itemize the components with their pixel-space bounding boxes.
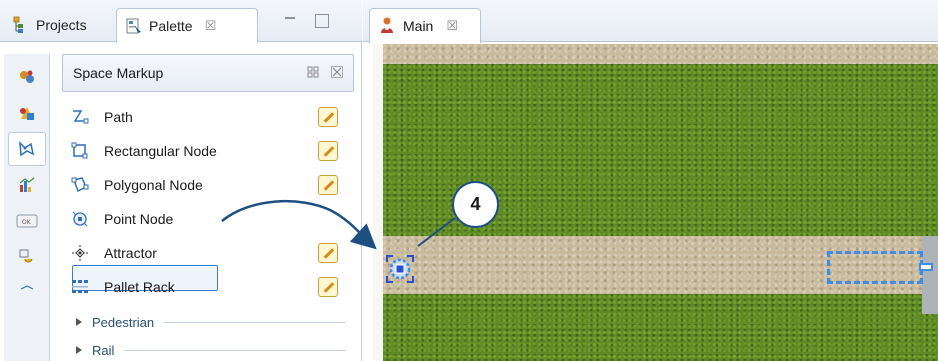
agent-icon[interactable] <box>8 60 46 94</box>
polygonal-node-icon <box>70 175 90 195</box>
pencil-icon[interactable] <box>318 107 338 127</box>
group-divider <box>124 349 346 351</box>
palette-item-polygonal-node[interactable]: Polygonal Node <box>70 170 360 200</box>
expand-arrow-icon <box>76 346 82 354</box>
palette-item-label: Point Node <box>104 211 174 227</box>
point-node-icon <box>70 209 90 229</box>
pencil-icon[interactable] <box>318 175 338 195</box>
left-view-panel: Projects Palette ☒ OK Space Markup Path … <box>0 0 362 361</box>
palette-category-strip: OK <box>4 54 50 361</box>
palette-item-label: Polygonal Node <box>104 177 203 193</box>
rectangular-node-shape[interactable] <box>827 251 923 284</box>
palette-item-rectangular-node[interactable]: Rectangular Node <box>70 136 360 166</box>
pencil-icon[interactable] <box>318 243 338 263</box>
editor-tab-bar: Main ☒ <box>363 0 938 43</box>
step-callout-badge: 4 <box>452 181 499 228</box>
palette-item-pallet-rack[interactable]: Pallet Rack <box>70 272 360 302</box>
palette-icon <box>125 17 143 35</box>
minimize-icon[interactable] <box>283 14 297 28</box>
rectangular-node-icon <box>70 141 90 161</box>
palette-item-label: Pallet Rack <box>104 279 175 295</box>
section-close-icon[interactable] <box>331 66 343 81</box>
grass-area-bottom <box>383 294 938 361</box>
attractor-icon <box>70 243 90 263</box>
pencil-icon[interactable] <box>318 277 338 297</box>
tab-main[interactable]: Main ☒ <box>369 8 481 43</box>
palette-item-attractor[interactable]: Attractor <box>70 238 360 268</box>
palette-item-label: Path <box>104 109 133 125</box>
palette-group-label: Pedestrian <box>92 314 155 330</box>
pallet-rack-icon <box>70 277 90 297</box>
path-icon <box>70 107 90 127</box>
wall-strip <box>922 236 938 314</box>
resize-handle[interactable] <box>919 263 933 271</box>
group-divider <box>164 321 346 323</box>
tab-palette-label: Palette <box>149 18 193 34</box>
palette-section-header[interactable]: Space Markup <box>62 54 354 92</box>
palette-group-rail[interactable]: Rail <box>76 338 346 361</box>
palette-item-point-node[interactable]: Point Node <box>70 204 360 234</box>
palette-section: Space Markup Path Rectangular Node Polyg… <box>62 54 360 361</box>
pencil-icon[interactable] <box>318 141 338 161</box>
palette-item-label: Rectangular Node <box>104 143 217 159</box>
sand-area-top <box>383 44 938 64</box>
maximize-icon[interactable] <box>315 14 329 28</box>
point-node-shape[interactable] <box>385 254 415 284</box>
tab-projects-label: Projects <box>36 17 87 33</box>
svg-text:OK: OK <box>22 219 32 226</box>
projects-icon <box>12 16 30 34</box>
analysis-icon[interactable] <box>8 168 46 202</box>
more-icon[interactable] <box>8 276 46 310</box>
controls-icon[interactable]: OK <box>8 204 46 238</box>
callout-number: 4 <box>470 194 481 214</box>
expand-arrow-icon <box>76 318 82 326</box>
palette-group-pedestrian[interactable]: Pedestrian <box>76 310 346 334</box>
tab-palette[interactable]: Palette ☒ <box>116 8 258 43</box>
presentation-icon[interactable] <box>8 96 46 130</box>
connectivity-icon[interactable] <box>8 240 46 274</box>
palette-section-title: Space Markup <box>73 65 164 81</box>
tab-main-close-icon[interactable]: ☒ <box>446 18 458 34</box>
palette-item-label: Attractor <box>104 245 157 261</box>
palette-group-label: Rail <box>92 342 115 358</box>
tab-projects[interactable]: Projects <box>4 8 116 42</box>
left-tab-bar: Projects Palette ☒ <box>0 0 362 43</box>
tab-palette-close-icon[interactable]: ☒ <box>205 18 217 34</box>
space-markup-icon[interactable] <box>8 132 46 166</box>
grid-view-icon[interactable] <box>307 66 319 81</box>
palette-item-path[interactable]: Path <box>70 102 360 132</box>
tab-main-label: Main <box>403 18 434 34</box>
agent-type-icon <box>378 16 396 37</box>
